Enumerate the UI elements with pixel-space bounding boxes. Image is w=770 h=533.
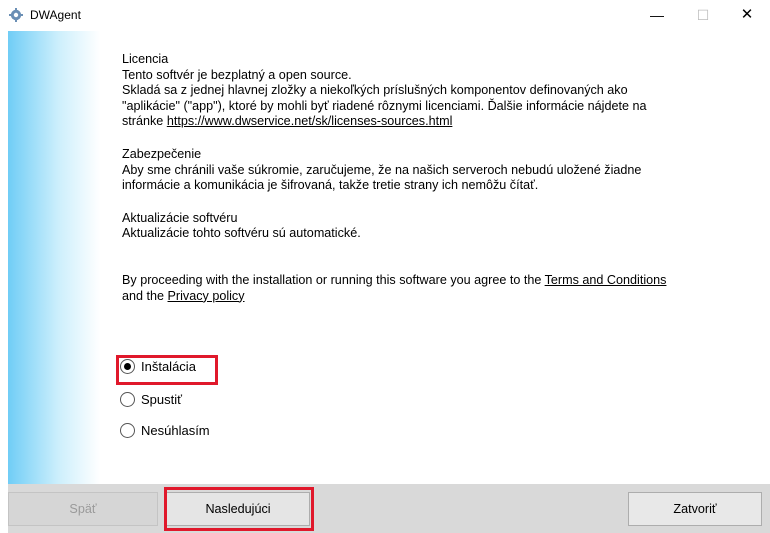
license-heading: Licencia <box>122 52 169 66</box>
maximize-button[interactable]: ☐ <box>680 0 726 30</box>
terms-link[interactable]: Terms and Conditions <box>545 273 667 287</box>
radio-decline[interactable] <box>120 423 135 439</box>
agreement-line-2: and the Privacy policy <box>122 289 754 305</box>
license-line-2: Skladá sa z jednej hlavnej zložky a niek… <box>122 83 628 98</box>
option-decline[interactable]: Nesúhlasím <box>120 422 210 444</box>
option-run[interactable]: Spustiť <box>120 391 182 413</box>
update-heading: Aktualizácie softvéru <box>122 210 238 225</box>
license-line-4: stránke https://www.dwservice.net/sk/lic… <box>122 114 754 130</box>
radio-run[interactable] <box>120 392 135 408</box>
minimize-button[interactable]: — <box>634 0 680 30</box>
close-button[interactable]: Zatvoriť <box>628 492 762 526</box>
button-bar: Späť Nasledujúci Zatvoriť <box>8 484 770 533</box>
close-window-button[interactable]: ✕ <box>724 0 770 30</box>
privacy-link[interactable]: Privacy policy <box>168 289 245 303</box>
option-decline-label: Nesúhlasím <box>141 423 210 439</box>
agreement-line-1: By proceeding with the installation or r… <box>122 273 754 289</box>
security-line-1: Aby sme chránili vaše súkromie, zaručuje… <box>122 162 642 177</box>
next-button-highlight <box>164 487 314 531</box>
back-button[interactable]: Späť <box>8 492 158 526</box>
left-gradient-strip <box>8 31 100 484</box>
window-title: DWAgent <box>30 8 81 22</box>
security-heading: Zabezpečenie <box>122 146 202 161</box>
license-content: Licencia Tento softvér je bezplatný a op… <box>122 52 754 304</box>
agreement-middle: and the <box>122 288 168 303</box>
install-option-highlight <box>116 355 218 385</box>
gear-icon <box>9 8 23 22</box>
option-run-label: Spustiť <box>141 392 183 408</box>
licenses-link[interactable]: https://www.dwservice.net/sk/licenses-so… <box>167 114 453 128</box>
title-bar: DWAgent — ☐ ✕ <box>0 0 770 30</box>
license-line-1: Tento softvér je bezplatný a open source… <box>122 67 352 82</box>
license-line-4-prefix: stránke <box>122 114 167 129</box>
security-line-2: informácie a komunikácia je šifrovaná, t… <box>122 178 539 193</box>
agreement-prefix: By proceeding with the installation or r… <box>122 272 545 287</box>
update-line: Aktualizácie tohto softvéru sú automatic… <box>122 226 361 241</box>
license-line-3: "aplikácie" ("app"), ktoré by mohli byť … <box>122 98 647 113</box>
